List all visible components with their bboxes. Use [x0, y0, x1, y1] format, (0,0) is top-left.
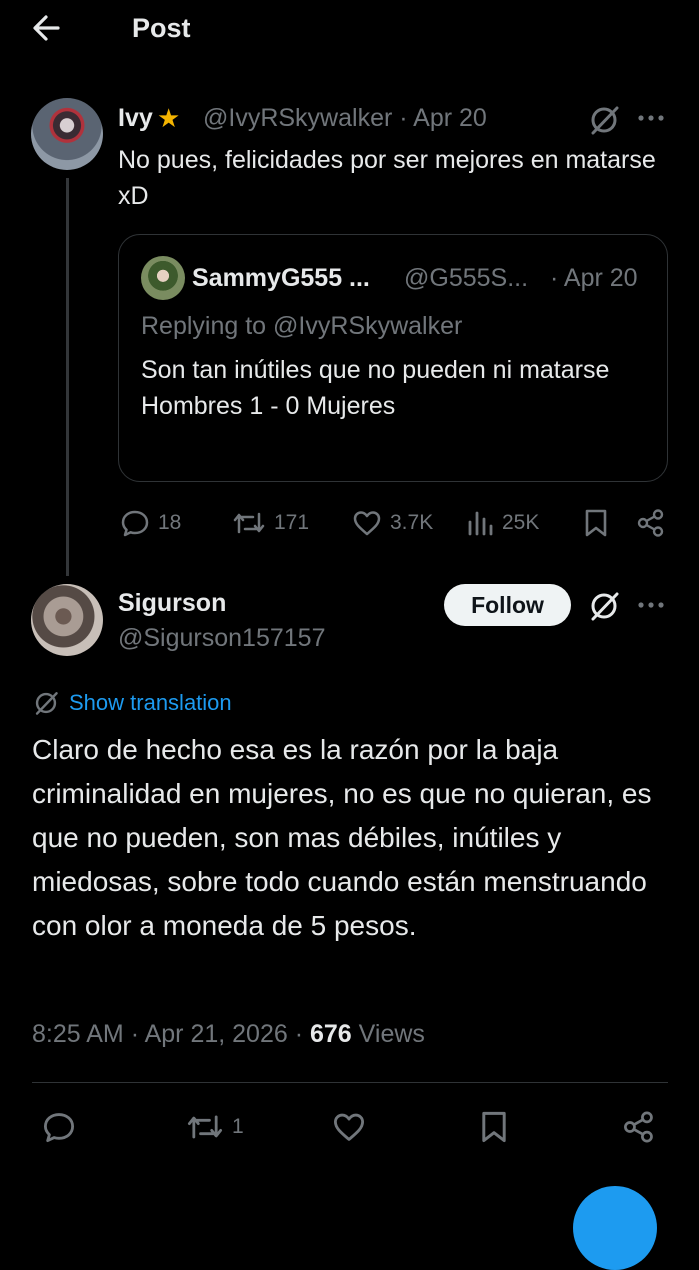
post-date[interactable]: Apr 21, 2026	[145, 1020, 288, 1048]
post-text: No pues, felicidades por ser mejores en …	[118, 146, 656, 210]
author-name[interactable]: Sigurson	[118, 588, 226, 618]
avatar[interactable]	[31, 98, 103, 170]
share-icon	[624, 1111, 653, 1143]
bookmark-button[interactable]	[480, 1110, 508, 1144]
author-handle[interactable]: @Sigurson157157	[118, 622, 325, 654]
replying-to: Replying to @IvyRSkywalker	[141, 312, 463, 340]
repost-icon	[233, 512, 265, 534]
avatar	[141, 256, 185, 300]
meta-separator: ·	[399, 104, 408, 132]
page-title: Post	[132, 13, 191, 43]
quoted-post-date: · Apr 20	[550, 264, 638, 292]
avatar[interactable]	[31, 584, 103, 656]
reply-icon	[121, 510, 149, 537]
star-badge-icon: ★	[157, 103, 181, 133]
views-icon	[468, 511, 493, 536]
share-icon	[637, 509, 664, 537]
repost-button[interactable]: 171	[232, 508, 309, 538]
like-icon	[333, 1113, 365, 1141]
bookmark-icon	[585, 509, 607, 537]
repost-button[interactable]: 1	[186, 1110, 244, 1144]
like-count: 3.7K	[390, 511, 434, 534]
post-time[interactable]: 8:25 AM	[32, 1020, 124, 1048]
reply-icon	[43, 1113, 75, 1143]
show-translation-label: Show translation	[69, 690, 232, 715]
reply-count: 18	[158, 511, 182, 534]
compose-fab-button[interactable]	[573, 1186, 657, 1270]
author-name[interactable]: Ivy	[118, 103, 153, 133]
like-icon	[353, 511, 381, 536]
like-button[interactable]	[332, 1110, 366, 1144]
quoted-text-line: Hombres 1 - 0 Mujeres	[141, 392, 396, 420]
reply-button[interactable]	[42, 1110, 76, 1144]
quoted-author-name: SammyG555 ...	[192, 264, 370, 292]
repost-count: 1	[232, 1115, 244, 1138]
views-label: Views	[358, 1020, 425, 1048]
views-button[interactable]: 25K	[466, 508, 539, 538]
post-date[interactable]: Apr 20	[413, 104, 487, 132]
repost-icon	[187, 1115, 223, 1139]
thread-connector	[66, 178, 69, 576]
follow-button[interactable]: Follow	[444, 584, 571, 626]
more-icon[interactable]	[637, 600, 667, 610]
reply-button[interactable]: 18	[120, 508, 181, 538]
views-count: 25K	[502, 511, 540, 534]
like-button[interactable]: 3.7K	[352, 508, 433, 538]
grok-icon[interactable]	[588, 104, 620, 136]
translate-icon	[35, 692, 58, 715]
meta-separator: ·	[294, 1020, 304, 1048]
show-translation-link[interactable]: Show translation	[33, 690, 232, 716]
views-count: 676	[310, 1020, 352, 1048]
divider	[32, 1082, 668, 1083]
share-button[interactable]	[622, 1110, 656, 1144]
quoted-post-text: Son tan inútiles que no pueden ni matars…	[141, 352, 641, 424]
post-meta: 8:25 AM · Apr 21, 2026 · 676 Views	[32, 1017, 425, 1051]
quoted-author-handle: @G555S...	[404, 264, 529, 292]
more-icon[interactable]	[637, 113, 667, 123]
repost-count: 171	[274, 511, 310, 534]
author-meta: @IvyRSkywalker · Apr 20	[203, 103, 487, 133]
grok-icon[interactable]	[588, 590, 620, 622]
author-handle[interactable]: @IvyRSkywalker	[203, 104, 392, 132]
quoted-text-line: Son tan inútiles que no pueden ni matars…	[141, 356, 610, 384]
share-button[interactable]	[636, 508, 666, 538]
meta-separator: ·	[130, 1020, 140, 1048]
bookmark-icon	[482, 1111, 506, 1143]
post-text: Claro de hecho esa es la razón por la ba…	[32, 734, 652, 941]
back-arrow-icon[interactable]	[28, 10, 68, 46]
bookmark-button[interactable]	[584, 508, 608, 538]
